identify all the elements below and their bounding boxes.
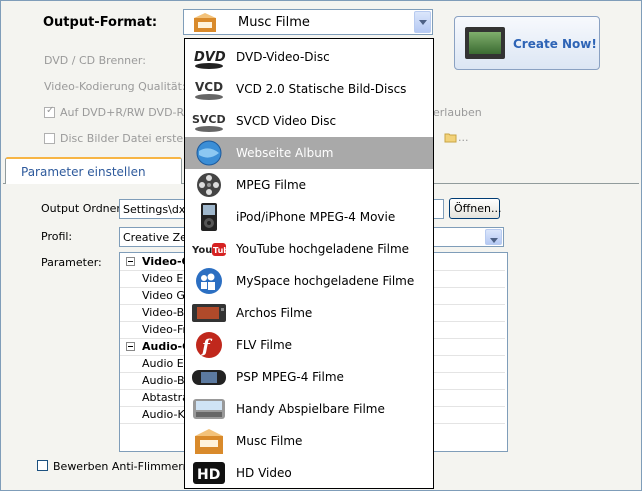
create-now-label: Create Now! <box>513 37 597 51</box>
format-option-hd[interactable]: HD HD Video <box>185 457 433 489</box>
format-option-label: FLV Filme <box>236 338 293 352</box>
output-format-label: Output-Format: <box>43 15 158 30</box>
flash-icon: f <box>196 332 222 358</box>
format-option-label: YouTube hochgeladene Filme <box>236 242 410 256</box>
format-option-ipod[interactable]: iPod/iPhone MPEG-4 Movie <box>185 201 433 233</box>
format-option-mpeg[interactable]: MPEG Filme <box>185 169 433 201</box>
format-option-archos[interactable]: Archos Filme <box>185 297 433 329</box>
profile-label: Profil: <box>41 230 73 243</box>
folder-ellipsis: ... <box>458 131 469 144</box>
format-option-label: Handy Abspielbare Filme <box>236 402 385 416</box>
svg-text:DVD: DVD <box>194 50 226 65</box>
open-button-label: Öffnen... <box>454 202 502 215</box>
format-option-psp[interactable]: PSP MPEG-4 Filme <box>185 361 433 393</box>
format-option-label: PSP MPEG-4 Filme <box>236 370 344 384</box>
format-option-label: MPEG Filme <box>236 178 307 192</box>
format-option-myspace[interactable]: MySpace hochgeladene Filme <box>185 265 433 297</box>
format-option-vcd[interactable]: VCD VCD 2.0 Statische Bild-Discs <box>185 73 433 105</box>
format-option-label: HD Video <box>236 466 292 480</box>
output-format-dropdown-list[interactable]: DVD DVD-Video-Disc VCD VCD 2.0 Statische… <box>184 38 434 489</box>
svcd-logo-icon: SVCD <box>192 113 226 132</box>
encoding-quality-label: Video-Kodierung Qualität: <box>44 80 186 93</box>
format-option-mobile[interactable]: Handy Abspielbare Filme <box>185 393 433 425</box>
svg-text:Tube: Tube <box>213 246 226 255</box>
parameter-label: Parameter: <box>41 256 102 269</box>
output-folder-label: Output Ordner: <box>41 202 125 215</box>
collapse-icon[interactable] <box>126 342 135 351</box>
format-option-label: Archos Filme <box>236 306 313 320</box>
svg-text:HD: HD <box>197 467 220 483</box>
music-box-icon <box>194 13 216 32</box>
tab-label: Parameter einstellen <box>21 165 146 179</box>
svg-text:You: You <box>192 245 212 256</box>
psp-icon <box>192 370 226 385</box>
format-option-label: DVD-Video-Disc <box>236 50 330 64</box>
hd-icon: HD <box>193 462 225 484</box>
globe-icon <box>196 140 222 166</box>
format-option-label: VCD 2.0 Statische Bild-Discs <box>236 82 407 96</box>
phone-icon <box>193 399 225 419</box>
format-option-youtube[interactable]: YouTube YouTube hochgeladene Filme <box>185 233 433 265</box>
chevron-down-icon[interactable] <box>414 11 431 33</box>
ipod-icon <box>201 203 217 231</box>
format-option-label: Webseite Album <box>236 146 334 160</box>
format-option-dvd[interactable]: DVD DVD-Video-Disc <box>185 41 433 73</box>
disc-image-label: Disc Bilder Datei ersteller <box>60 132 201 145</box>
format-option-label: Musc Filme <box>236 434 303 448</box>
burn-checkbox-label: Auf DVD+R/RW DVD-R/ <box>60 106 188 119</box>
tab-parameter-settings[interactable]: Parameter einstellen <box>5 157 182 184</box>
music-box-icon <box>195 429 223 454</box>
chevron-down-icon[interactable] <box>485 229 502 245</box>
format-option-label: SVCD Video Disc <box>236 114 337 128</box>
format-option-svcd[interactable]: SVCD SVCD Video Disc <box>185 105 433 137</box>
allow-label: erlauben <box>433 106 482 119</box>
film-icon <box>465 27 505 59</box>
archos-player-icon <box>192 304 226 322</box>
film-reel-icon <box>197 173 221 197</box>
output-format-value: Musc Filme <box>238 15 310 30</box>
format-option-web-album[interactable]: Webseite Album <box>185 137 433 169</box>
svg-text:VCD: VCD <box>195 80 223 94</box>
open-button[interactable]: Öffnen... <box>449 198 502 219</box>
dvd-logo-icon: DVD <box>194 50 226 69</box>
create-now-button[interactable]: Create Now! <box>454 16 600 70</box>
youtube-icon: YouTube <box>192 243 226 256</box>
collapse-icon[interactable] <box>126 257 135 266</box>
vcd-logo-icon: VCD <box>195 80 223 100</box>
format-option-musc[interactable]: Musc Filme <box>185 425 433 457</box>
burner-label: DVD / CD Brenner: <box>44 54 146 67</box>
myspace-icon <box>196 268 222 294</box>
burn-checkbox[interactable] <box>44 105 55 118</box>
output-folder-value: Settings\dx\ <box>123 203 190 216</box>
format-option-label: iPod/iPhone MPEG-4 Movie <box>236 210 396 224</box>
svg-text:SVCD: SVCD <box>192 113 226 126</box>
disc-image-checkbox[interactable] <box>44 133 55 144</box>
output-format-select[interactable]: Musc Filme <box>183 9 433 35</box>
format-option-flv[interactable]: f FLV Filme <box>185 329 433 361</box>
format-option-label: MySpace hochgeladene Filme <box>236 274 415 288</box>
folder-icon[interactable] <box>444 132 458 143</box>
antiflicker-checkbox[interactable] <box>37 460 48 471</box>
